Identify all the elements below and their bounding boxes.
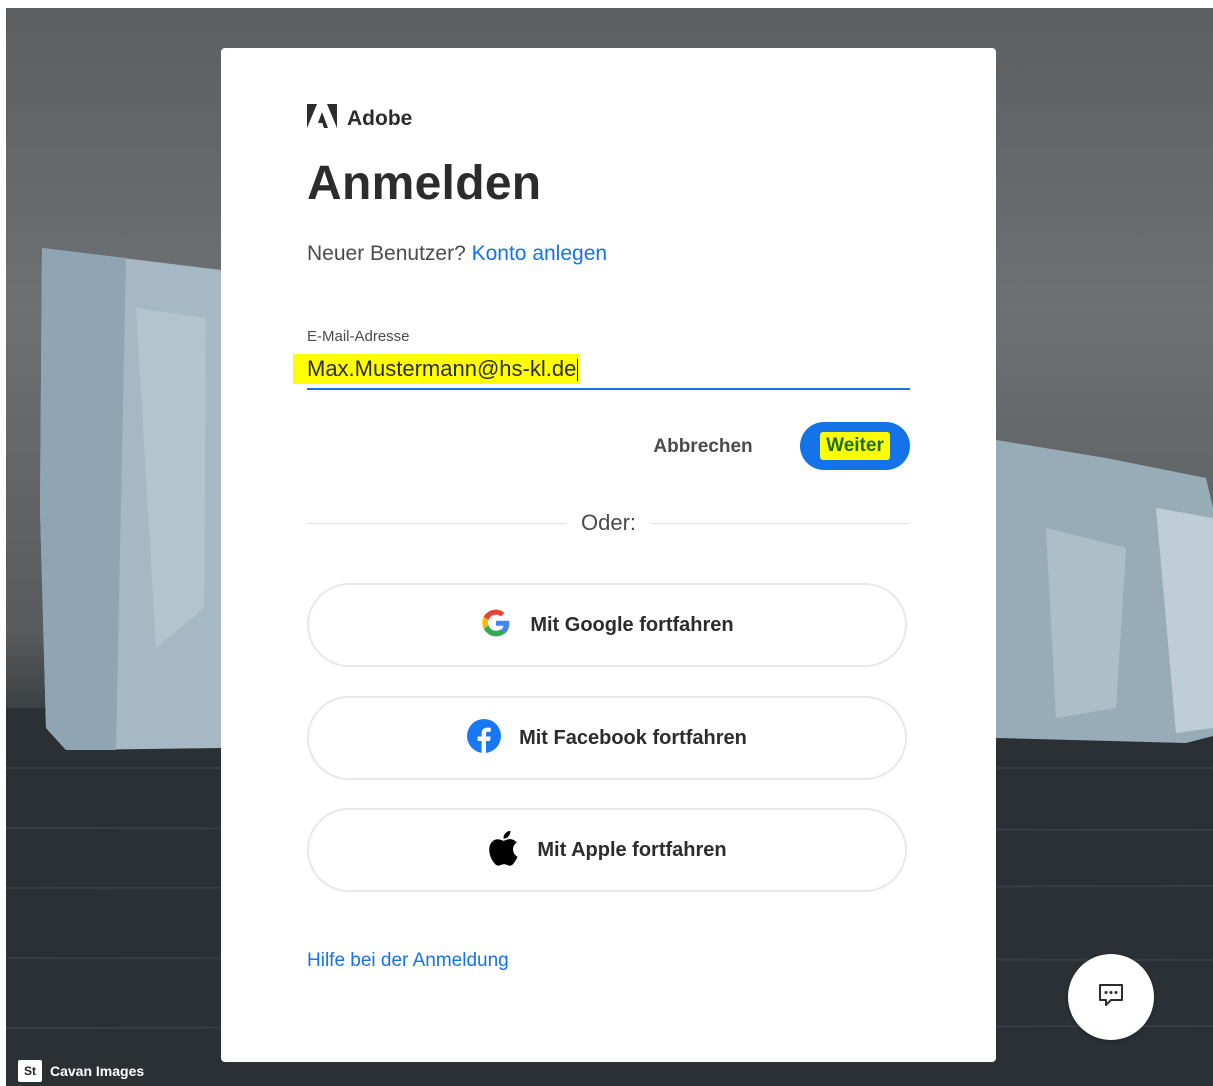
chat-button[interactable]	[1068, 954, 1154, 1040]
facebook-signin-button[interactable]: Mit Facebook fortfahren	[307, 696, 907, 780]
chat-icon	[1097, 981, 1125, 1014]
adobe-logo-icon	[307, 104, 337, 133]
apple-icon	[487, 830, 519, 871]
facebook-icon	[467, 718, 502, 758]
create-account-link[interactable]: Konto anlegen	[472, 242, 607, 265]
divider-line-right	[650, 522, 910, 524]
brand-name: Adobe	[347, 106, 413, 130]
new-user-text: Neuer Benutzer?	[307, 242, 466, 265]
google-icon	[480, 607, 512, 644]
or-label: Oder:	[580, 510, 637, 535]
brand: Adobe	[307, 104, 412, 133]
stock-badge: St	[18, 1060, 42, 1082]
page-title: Anmelden	[307, 157, 542, 210]
divider-line-left	[307, 522, 567, 524]
email-label: E-Mail-Adresse	[307, 328, 410, 345]
google-signin-label: Mit Google fortfahren	[530, 613, 734, 636]
next-button-label: Weiter	[820, 432, 890, 460]
new-user-row: Neuer Benutzer? Konto anlegen	[307, 242, 607, 266]
apple-signin-button[interactable]: Mit Apple fortfahren	[307, 808, 907, 892]
email-value[interactable]: Max.Mustermann@hs-kl.de	[293, 354, 581, 384]
next-button[interactable]: Weiter	[800, 422, 910, 470]
facebook-signin-label: Mit Facebook fortfahren	[519, 726, 747, 749]
cancel-button[interactable]: Abbrechen	[641, 431, 765, 463]
email-field[interactable]: Max.Mustermann@hs-kl.de	[293, 352, 910, 390]
image-credit: St Cavan Images	[18, 1059, 144, 1083]
signin-card: Adobe Anmelden Neuer Benutzer? Konto anl…	[221, 48, 996, 1062]
apple-signin-label: Mit Apple fortfahren	[537, 838, 727, 861]
credit-text: Cavan Images	[50, 1063, 145, 1079]
google-signin-button[interactable]: Mit Google fortfahren	[307, 583, 907, 667]
or-divider: Oder:	[307, 508, 910, 538]
signin-help-link[interactable]: Hilfe bei der Anmeldung	[307, 950, 509, 972]
